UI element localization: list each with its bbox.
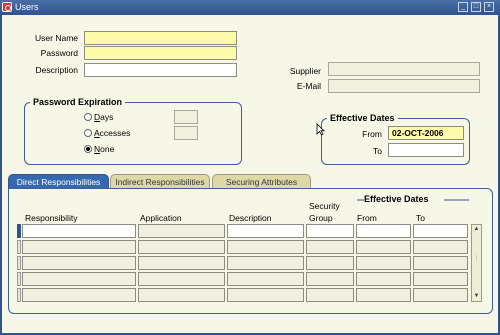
password-field[interactable]: [84, 46, 237, 60]
user-name-field[interactable]: [84, 31, 237, 45]
from-date-cell[interactable]: [356, 240, 411, 254]
email-field[interactable]: [328, 79, 480, 93]
close-icon[interactable]: ×: [484, 2, 494, 12]
security-group-cell[interactable]: [306, 256, 354, 270]
row-indicator[interactable]: [17, 224, 21, 238]
description-cell[interactable]: [227, 256, 304, 270]
from-date-cell[interactable]: [356, 256, 411, 270]
accesses-radio[interactable]: [84, 129, 92, 137]
application-cell[interactable]: [138, 272, 225, 286]
password-expiration-group: [24, 102, 242, 165]
password-label: Password: [40, 48, 78, 58]
from-date-cell[interactable]: [356, 272, 411, 286]
col-to: To: [416, 213, 425, 223]
row-indicator[interactable]: [17, 288, 21, 302]
from-date-cell[interactable]: [356, 224, 411, 238]
responsibility-cell[interactable]: [22, 288, 136, 302]
security-group-cell[interactable]: [306, 272, 354, 286]
description-cell[interactable]: [227, 224, 304, 238]
maximize-icon[interactable]: □: [471, 2, 481, 12]
tab-direct-responsibilities[interactable]: Direct Responsibilities: [8, 174, 109, 189]
security-group-cell[interactable]: [306, 240, 354, 254]
to-date-cell[interactable]: [413, 240, 468, 254]
row-indicator[interactable]: [17, 272, 21, 286]
application-cell[interactable]: [138, 288, 225, 302]
window-title: Users: [15, 2, 39, 12]
responsibility-cell[interactable]: [22, 240, 136, 254]
application-cell[interactable]: [138, 240, 225, 254]
accesses-label[interactable]: Accesses: [94, 128, 130, 138]
tab-securing-attributes[interactable]: Securing Attributes: [212, 174, 311, 189]
security-group-cell[interactable]: [306, 288, 354, 302]
security-group-cell[interactable]: [306, 224, 354, 238]
tab-indirect-responsibilities[interactable]: Indirect Responsibilities: [110, 174, 210, 189]
col-description: Description: [229, 213, 272, 223]
responsibility-cell[interactable]: [22, 256, 136, 270]
effective-dates-title: Effective Dates: [327, 113, 398, 123]
to-date-cell[interactable]: [413, 288, 468, 302]
row-indicator[interactable]: [17, 240, 21, 254]
scroll-up-icon[interactable]: ▲: [472, 225, 481, 234]
from-date-cell[interactable]: [356, 288, 411, 302]
window-title-bar[interactable]: Users _ □ ×: [0, 0, 500, 15]
mouse-pointer-icon: [316, 123, 325, 136]
description-cell[interactable]: [227, 288, 304, 302]
scroll-grip-icon[interactable]: ⋮ ⋮: [474, 255, 479, 268]
col-security-group-line2: Group: [309, 213, 333, 223]
from-date-field[interactable]: [388, 126, 464, 140]
days-label[interactable]: Days: [94, 112, 113, 122]
description-field[interactable]: [84, 63, 237, 77]
minimize-icon[interactable]: _: [458, 2, 468, 12]
table-effective-dates-header: Effective Dates: [364, 194, 429, 204]
table-scrollbar[interactable]: ▲ ⋮ ⋮ ▼: [471, 224, 482, 302]
none-radio[interactable]: [84, 145, 92, 153]
responsibility-cell[interactable]: [22, 272, 136, 286]
to-date-cell[interactable]: [413, 256, 468, 270]
col-from: From: [357, 213, 377, 223]
oracle-app-icon: [2, 2, 12, 12]
col-responsibility: Responsibility: [25, 213, 78, 223]
description-cell[interactable]: [227, 272, 304, 286]
application-cell[interactable]: [138, 224, 225, 238]
days-field[interactable]: [174, 110, 198, 124]
to-date-cell[interactable]: [413, 224, 468, 238]
to-date-label: To: [373, 146, 382, 156]
password-expiration-title: Password Expiration: [30, 97, 126, 107]
to-date-field[interactable]: [388, 143, 464, 157]
to-date-cell[interactable]: [413, 272, 468, 286]
supplier-field[interactable]: [328, 62, 480, 76]
description-label: Description: [35, 65, 78, 75]
col-application: Application: [140, 213, 182, 223]
supplier-label: Supplier: [289, 66, 321, 76]
accesses-field[interactable]: [174, 126, 198, 140]
days-radio[interactable]: [84, 113, 92, 121]
scroll-down-icon[interactable]: ▼: [472, 292, 481, 301]
responsibility-cell[interactable]: [22, 224, 136, 238]
description-cell[interactable]: [227, 240, 304, 254]
none-label[interactable]: None: [94, 144, 114, 154]
from-date-label: From: [362, 129, 382, 139]
email-label: E-Mail: [296, 81, 321, 91]
col-security-group-line1: Security: [309, 201, 340, 211]
application-cell[interactable]: [138, 256, 225, 270]
user-name-label: User Name: [35, 33, 78, 43]
row-indicator[interactable]: [17, 256, 21, 270]
